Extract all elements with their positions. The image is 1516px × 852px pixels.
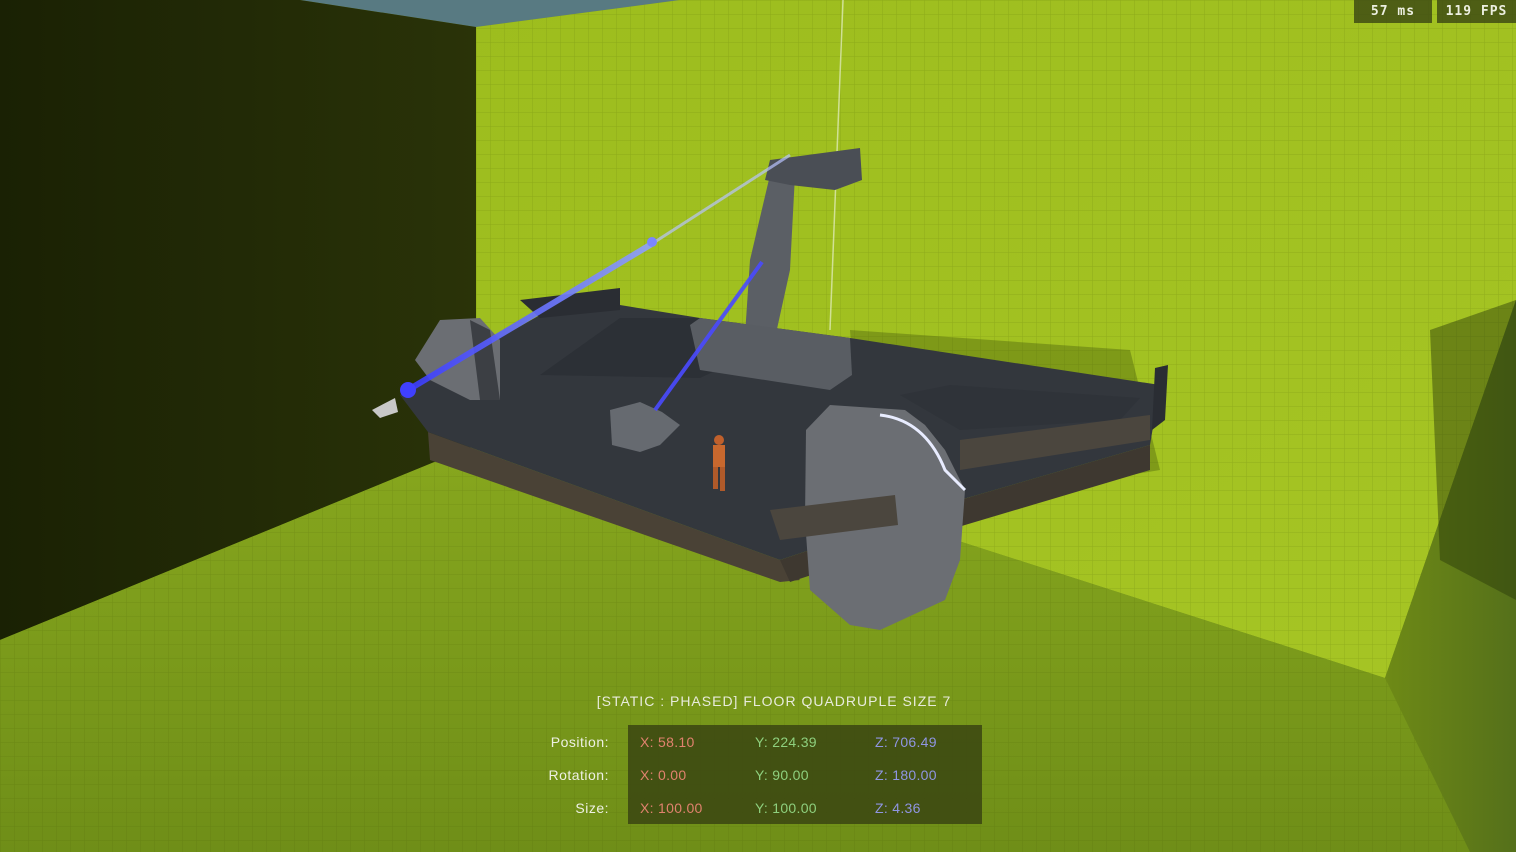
rotation-x-value: X: 0.00 xyxy=(640,767,687,783)
fps-counter: 119 FPS xyxy=(1437,0,1516,23)
position-y-value: Y: 224.39 xyxy=(755,734,817,750)
rotation-z-value: Z: 180.00 xyxy=(875,767,937,783)
laser-node xyxy=(647,237,657,247)
position-label: Position: xyxy=(550,734,609,750)
position-x-value: X: 58.10 xyxy=(640,734,695,750)
size-y-value: Y: 100.00 xyxy=(755,800,817,816)
position-z-value: Z: 706.49 xyxy=(875,734,937,750)
rotation-label: Rotation: xyxy=(548,767,609,783)
latency-counter: 57 ms xyxy=(1354,0,1432,23)
size-x-value: X: 100.00 xyxy=(640,800,703,816)
right-wall-shadow xyxy=(1430,300,1516,600)
rotation-y-value: Y: 90.00 xyxy=(755,767,809,783)
size-z-value: Z: 4.36 xyxy=(875,800,921,816)
laser-origin xyxy=(400,382,416,398)
size-label: Size: xyxy=(575,800,609,816)
selected-object-title: [STATIC : PHASED] FLOOR QUADRUPLE SIZE 7 xyxy=(596,693,952,709)
